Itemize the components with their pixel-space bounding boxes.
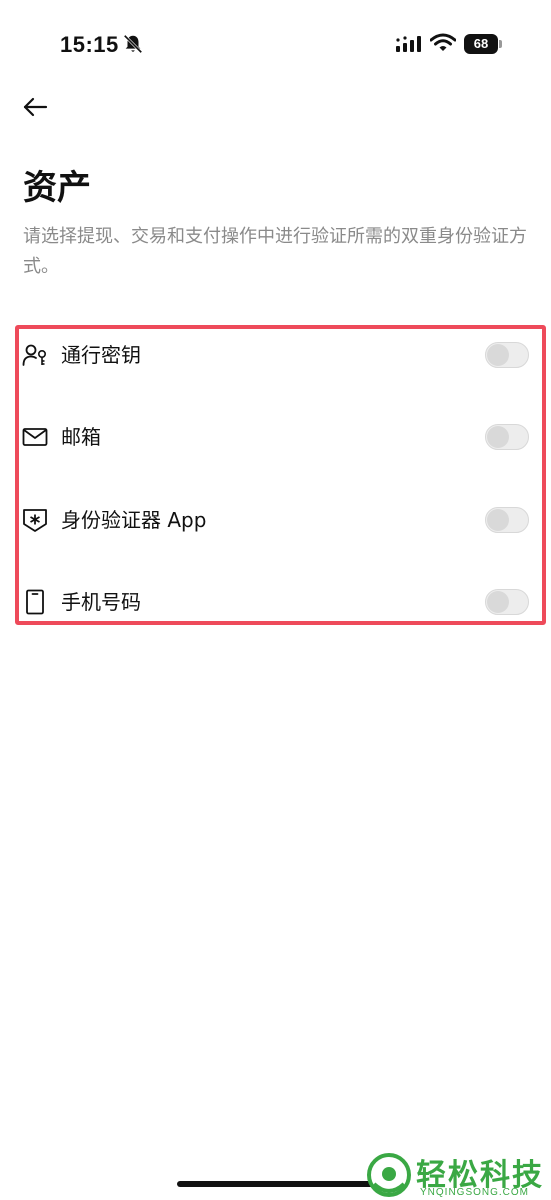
watermark-logo-icon [367,1153,411,1197]
toggle-knob [487,591,509,613]
option-phone[interactable]: 手机号码 [22,581,532,621]
bell-off-icon [123,34,143,54]
option-label: 邮箱 [61,425,101,449]
option-email[interactable]: 邮箱 [22,416,532,456]
back-button[interactable] [20,92,54,122]
toggle-knob [487,344,509,366]
home-indicator [177,1181,374,1187]
toggle-knob [487,509,509,531]
battery-indicator: 68 [464,34,498,54]
option-label: 手机号码 [61,590,141,614]
passkey-toggle[interactable] [485,342,529,368]
passkey-icon [22,344,46,366]
status-bar: 15:15 68 [0,0,551,90]
status-time: 15:15 [60,32,119,57]
wifi-icon [430,33,456,51]
signal-icon [396,36,421,52]
authenticator-shield-icon [23,509,47,532]
email-toggle[interactable] [485,424,529,450]
watermark-subtext: YNQINGSONG.COM [420,1187,530,1198]
toggle-knob [487,426,509,448]
battery-tip [499,40,502,48]
option-authenticator-app[interactable]: 身份验证器 App [22,499,532,539]
option-label: 通行密钥 [61,343,141,367]
authenticator-toggle[interactable] [485,507,529,533]
phone-icon [26,589,44,615]
option-label: 身份验证器 App [61,508,207,532]
phone-toggle[interactable] [485,589,529,615]
page-title: 资产 [23,168,91,208]
option-passkey[interactable]: 通行密钥 [22,334,532,374]
arrow-left-icon [23,97,48,117]
mail-icon [22,428,48,446]
page-description: 请选择提现、交易和支付操作中进行验证所需的双重身份验证方式。 [23,226,527,277]
